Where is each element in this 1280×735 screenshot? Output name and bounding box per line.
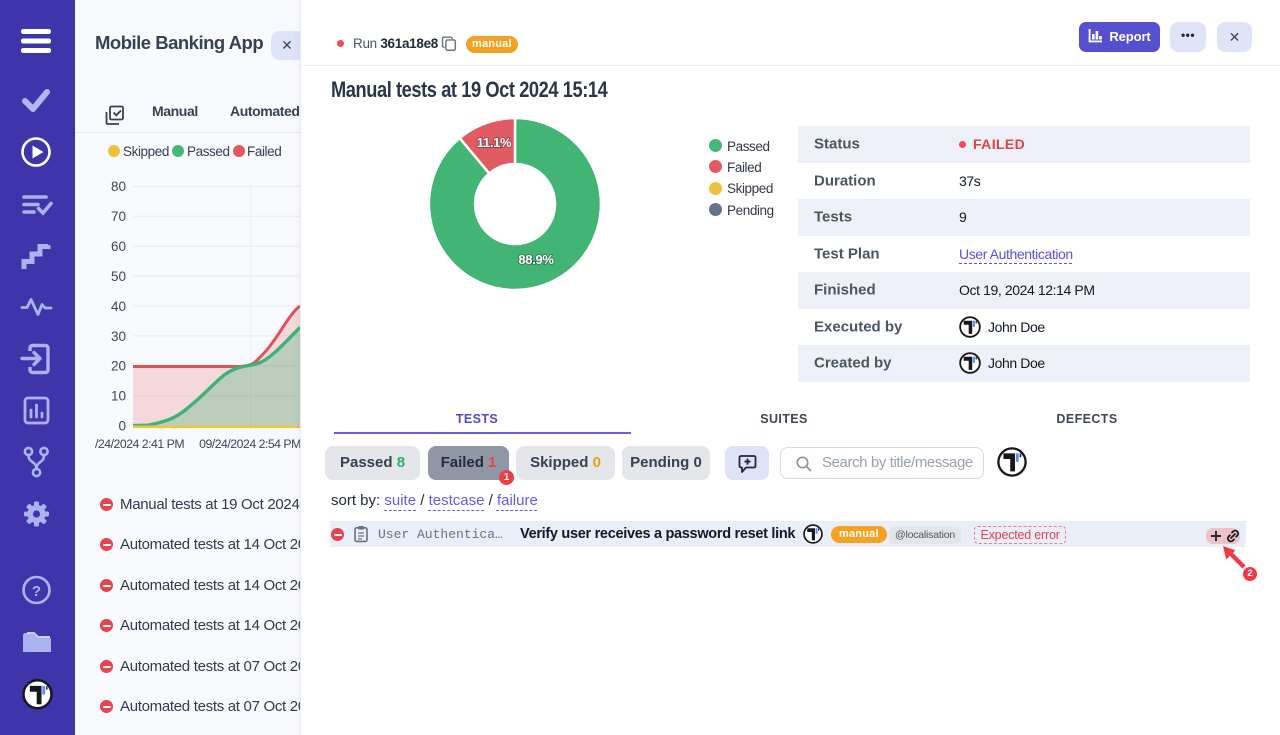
svg-text:0: 0 [118, 419, 126, 434]
svg-text:?: ? [32, 583, 41, 600]
svg-text:70: 70 [111, 209, 126, 224]
svg-text:60: 60 [111, 239, 126, 254]
svg-text:/24/2024 2:41 PM: /24/2024 2:41 PM [95, 437, 184, 451]
svg-text:40: 40 [111, 299, 126, 314]
svg-text:80: 80 [111, 179, 126, 194]
svg-text:11.1%: 11.1% [477, 135, 512, 150]
svg-text:50: 50 [111, 269, 126, 284]
svg-text:30: 30 [111, 329, 126, 344]
svg-text:20: 20 [111, 359, 126, 374]
svg-text:10: 10 [111, 389, 126, 404]
svg-text:09/24/2024 2:54 PM: 09/24/2024 2:54 PM [199, 437, 300, 451]
svg-text:88.9%: 88.9% [518, 252, 554, 267]
